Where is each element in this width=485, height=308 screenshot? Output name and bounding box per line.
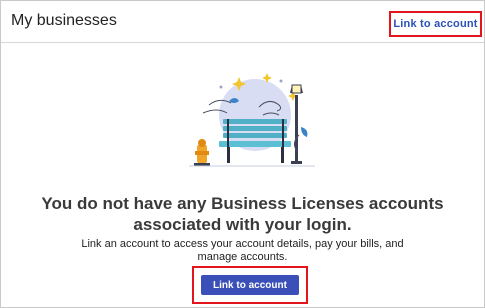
empty-state-description: Link an account to access your account d… (81, 238, 404, 263)
highlight-box: Link to account (192, 266, 308, 304)
park-bench-icon (189, 73, 315, 167)
link-to-account-link[interactable]: Link to account (391, 13, 480, 35)
empty-state-heading: You do not have any Business Licenses ac… (41, 194, 444, 234)
panel-header: My businesses Link to account (1, 1, 484, 43)
link-to-account-button[interactable]: Link to account (201, 275, 299, 295)
highlight-box: Link to account (389, 11, 482, 37)
page-title: My businesses (11, 12, 117, 29)
my-businesses-panel: My businesses Link to account You do not… (0, 0, 485, 308)
